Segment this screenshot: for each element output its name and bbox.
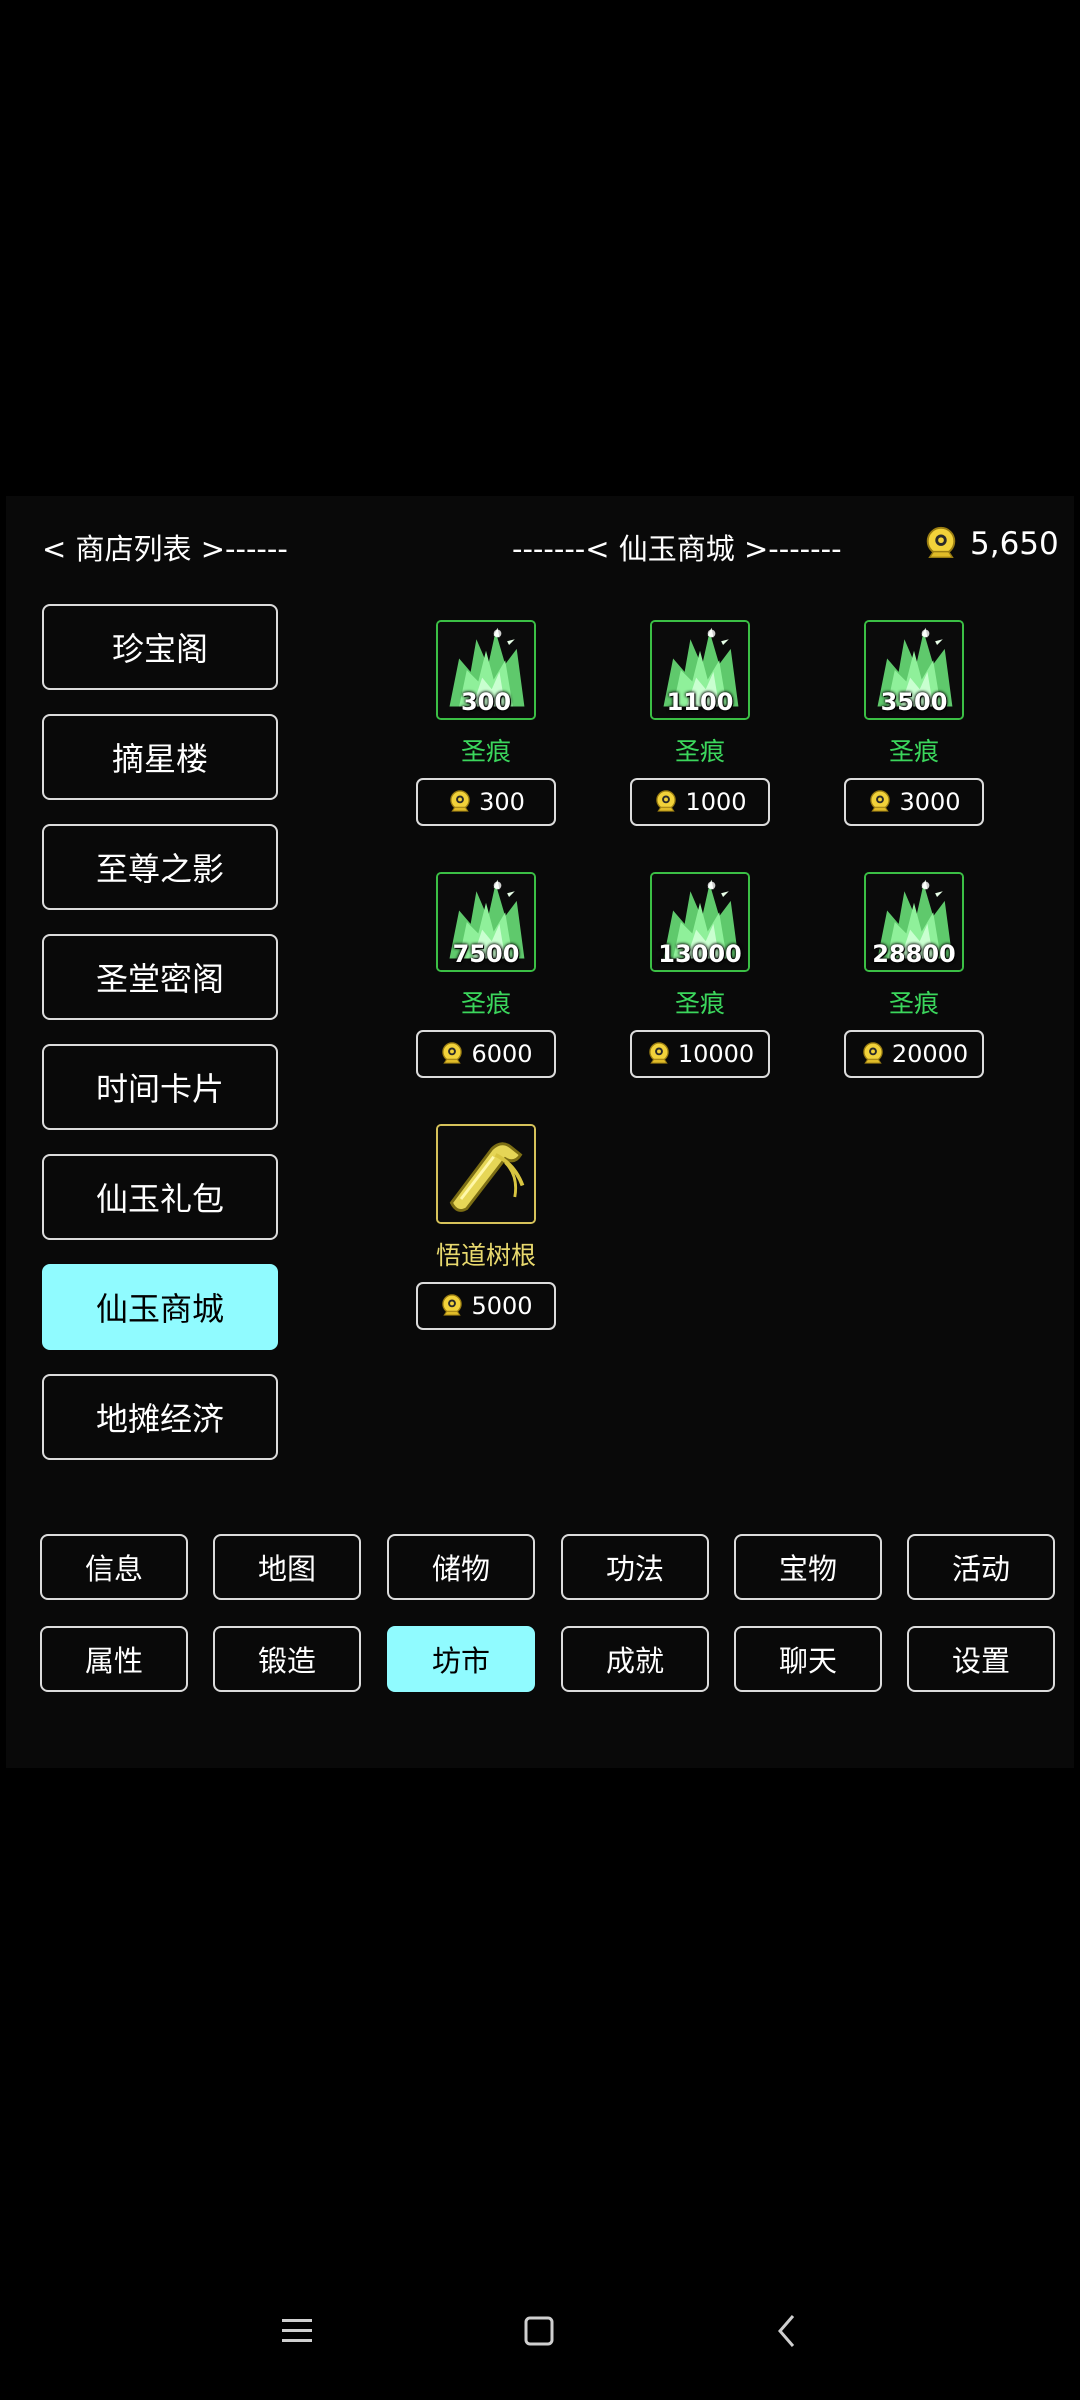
jade-coin-icon: [439, 1040, 465, 1068]
sidebar-item-label: 珍宝阁: [111, 630, 208, 668]
shop-item-icon[interactable]: 28800: [864, 872, 964, 972]
sidebar-item-label: 时间卡片: [95, 1070, 224, 1108]
nav-duanzao[interactable]: 锻造: [213, 1626, 361, 1692]
nav-ditu[interactable]: 地图: [213, 1534, 361, 1600]
nav-label: 活动: [951, 1552, 1010, 1586]
back-chevron-icon[interactable]: [762, 2306, 812, 2356]
nav-label: 属性: [84, 1644, 143, 1678]
item-name: 圣痕: [460, 989, 511, 1018]
buy-button[interactable]: 1000: [630, 778, 770, 826]
shop-item-icon[interactable]: 3500: [864, 620, 964, 720]
sidebar-item-xianyulibao[interactable]: 仙玉礼包: [42, 1154, 278, 1240]
jade-coin-icon: [439, 1292, 465, 1320]
nav-label: 成就: [605, 1644, 664, 1678]
nav-liaotian[interactable]: 聊天: [734, 1626, 882, 1692]
nav-label: 地图: [257, 1552, 316, 1586]
buy-button[interactable]: 10000: [630, 1030, 770, 1078]
jade-coin-icon: [867, 788, 893, 816]
sidebar-item-label: 摘星楼: [111, 740, 208, 778]
sidebar-item-xianyushangcheng[interactable]: 仙玉商城: [42, 1264, 278, 1350]
item-name: 圣痕: [460, 737, 511, 766]
menu-icon[interactable]: [272, 2306, 322, 2356]
price-value: 300: [479, 788, 525, 816]
nav-huodong[interactable]: 活动: [907, 1534, 1055, 1600]
item-name: 圣痕: [674, 737, 725, 766]
price-value: 1000: [685, 788, 747, 816]
item-quantity: 1100: [666, 688, 734, 716]
item-name: 圣痕: [674, 989, 725, 1018]
sidebar-item-label: 地摊经济: [95, 1400, 224, 1438]
sidebar-item-zhaixinglou[interactable]: 摘星楼: [42, 714, 278, 800]
current-shop-heading: -------< 仙玉商城 >-------: [512, 532, 842, 566]
nav-shuxing[interactable]: 属性: [40, 1626, 188, 1692]
buy-button[interactable]: 20000: [844, 1030, 984, 1078]
nav-label: 锻造: [257, 1644, 316, 1678]
nav-gongfa[interactable]: 功法: [561, 1534, 709, 1600]
shop-item-icon[interactable]: 300: [436, 620, 536, 720]
jade-coin-icon: [653, 788, 679, 816]
buy-button[interactable]: 6000: [416, 1030, 556, 1078]
sidebar-item-ditanjingji[interactable]: 地摊经济: [42, 1374, 278, 1460]
item-name: 圣痕: [888, 989, 939, 1018]
jade-coin-icon: [447, 788, 473, 816]
buy-button[interactable]: 3000: [844, 778, 984, 826]
shop-item-icon[interactable]: [436, 1124, 536, 1224]
item-quantity: 28800: [872, 940, 956, 968]
nav-xinxi[interactable]: 信息: [40, 1534, 188, 1600]
nav-label: 聊天: [778, 1644, 837, 1678]
price-value: 5000: [471, 1292, 533, 1320]
balance-display: 5,650: [922, 524, 1059, 564]
sidebar-item-zhenbaoge[interactable]: 珍宝阁: [42, 604, 278, 690]
nav-chengjiu[interactable]: 成就: [561, 1626, 709, 1692]
shop-list-heading: < 商店列表 >------: [42, 532, 288, 566]
price-value: 6000: [471, 1040, 533, 1068]
nav-label: 信息: [84, 1552, 143, 1586]
nav-label: 设置: [951, 1644, 1010, 1678]
jade-coin-icon: [646, 1040, 672, 1068]
nav-label: 坊市: [431, 1644, 490, 1678]
shop-item-icon[interactable]: 1100: [650, 620, 750, 720]
price-value: 10000: [677, 1040, 755, 1068]
jade-coin-icon: [922, 524, 960, 564]
price-value: 20000: [891, 1040, 969, 1068]
item-name: 悟道树根: [435, 1241, 536, 1270]
nav-baowu[interactable]: 宝物: [734, 1534, 882, 1600]
shop-item-icon[interactable]: 7500: [436, 872, 536, 972]
sidebar-item-label: 仙玉商城: [95, 1290, 224, 1328]
nav-label: 功法: [605, 1552, 664, 1586]
tree-root-icon: [438, 1126, 534, 1222]
sidebar-item-shijiankapian[interactable]: 时间卡片: [42, 1044, 278, 1130]
nav-label: 宝物: [778, 1552, 837, 1586]
sidebar-item-shengtangmige[interactable]: 圣堂密阁: [42, 934, 278, 1020]
home-square-icon[interactable]: [514, 2306, 564, 2356]
sidebar-item-label: 仙玉礼包: [95, 1180, 224, 1218]
item-quantity: 13000: [658, 940, 742, 968]
sidebar-item-label: 至尊之影: [95, 850, 224, 888]
buy-button[interactable]: 5000: [416, 1282, 556, 1330]
jade-coin-icon: [860, 1040, 886, 1068]
item-quantity: 300: [460, 688, 512, 716]
shop-item-icon[interactable]: 13000: [650, 872, 750, 972]
sidebar-item-zhizunzhiying[interactable]: 至尊之影: [42, 824, 278, 910]
price-value: 3000: [899, 788, 961, 816]
item-name: 圣痕: [888, 737, 939, 766]
nav-fangshi[interactable]: 坊市: [387, 1626, 535, 1692]
sidebar-item-label: 圣堂密阁: [95, 960, 224, 998]
item-quantity: 7500: [452, 940, 520, 968]
nav-shezhi[interactable]: 设置: [907, 1626, 1055, 1692]
nav-chuwu[interactable]: 储物: [387, 1534, 535, 1600]
balance-value: 5,650: [970, 526, 1059, 562]
item-quantity: 3500: [880, 688, 948, 716]
buy-button[interactable]: 300: [416, 778, 556, 826]
nav-label: 储物: [431, 1552, 490, 1586]
